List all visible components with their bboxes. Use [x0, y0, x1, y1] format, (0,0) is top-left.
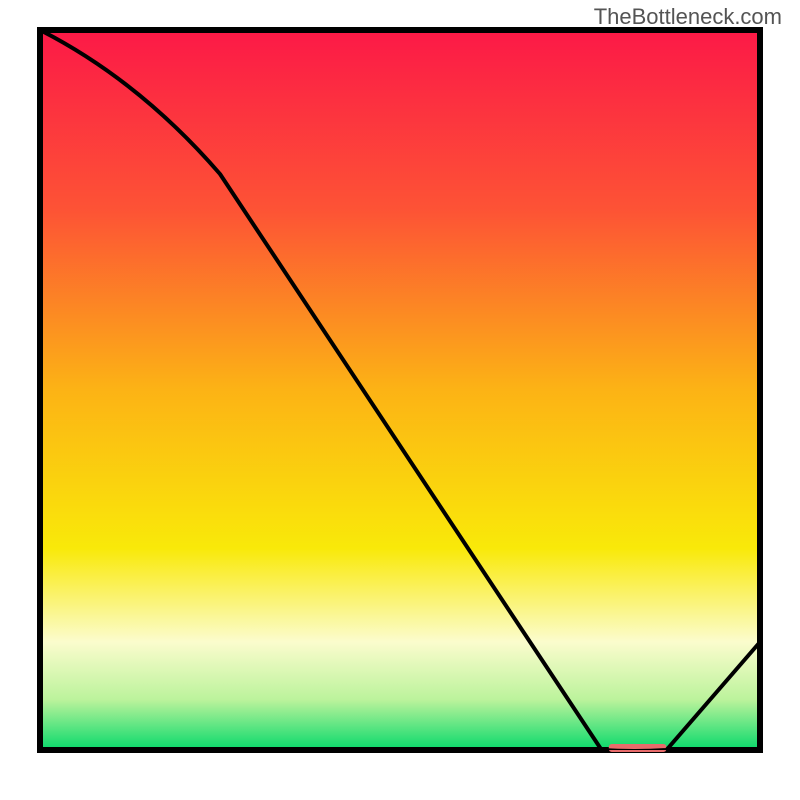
line-chart [0, 0, 800, 800]
plot-background [40, 30, 760, 750]
optimum-marker [609, 744, 667, 752]
chart-container: TheBottleneck.com [0, 0, 800, 800]
watermark-label: TheBottleneck.com [594, 4, 782, 30]
